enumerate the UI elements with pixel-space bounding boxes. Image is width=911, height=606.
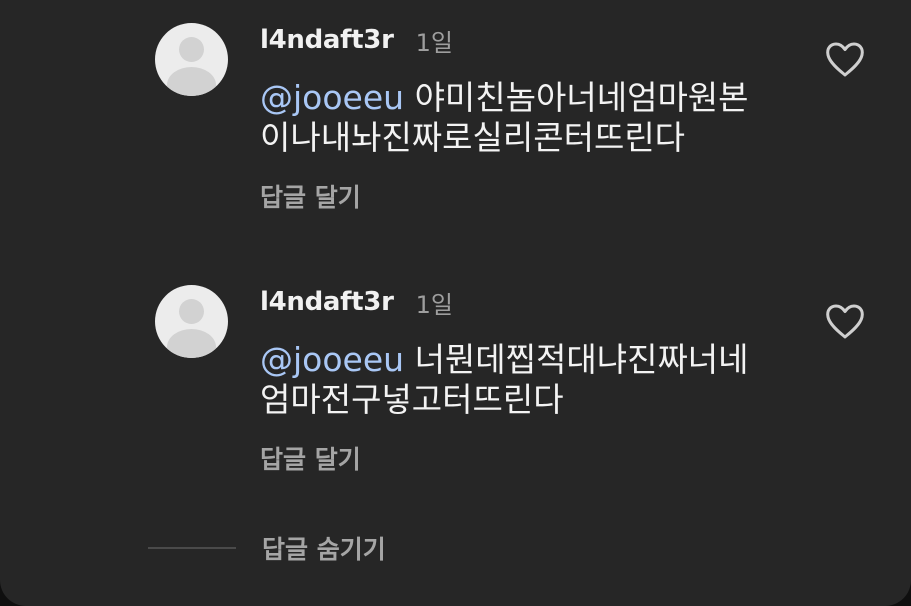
avatar[interactable]: [155, 23, 228, 96]
comment-text: @jooeeu 너뭔데찝적대냐진짜너네 엄마전구넣고터뜨린다: [260, 340, 800, 420]
timestamp: 1일: [415, 28, 453, 57]
reply-button[interactable]: 답글 달기: [260, 440, 361, 476]
hide-replies-label: 답글 숨기기: [262, 535, 386, 564]
heart-outline-icon: [826, 42, 864, 77]
like-button[interactable]: [824, 302, 866, 342]
avatar-silhouette: [167, 67, 216, 96]
hide-replies-button[interactable]: 답글 숨기기: [148, 530, 386, 566]
comment-meta: l4ndaft3r 1일: [260, 22, 453, 58]
mention-link[interactable]: @jooeeu: [260, 340, 404, 379]
comment-text-line: @jooeeu 너뭔데찝적대냐진짜너네: [260, 340, 800, 380]
default-avatar-icon: [179, 299, 204, 324]
avatar-silhouette: [167, 329, 216, 358]
avatar[interactable]: [155, 285, 228, 358]
mention-link[interactable]: @jooeeu: [260, 78, 404, 117]
comment-text-line: @jooeeu 야미친놈아너네엄마원본: [260, 78, 800, 118]
timestamp: 1일: [415, 290, 453, 319]
comment-text-line: 엄마전구넣고터뜨린다: [260, 380, 564, 419]
comment-text-line: 이나내놔진짜로실리콘터뜨린다: [260, 118, 686, 157]
comment-text-body: 너뭔데찝적대냐진짜너네: [404, 340, 749, 379]
comment-text: @jooeeu 야미친놈아너네엄마원본 이나내놔진짜로실리콘터뜨린다: [260, 78, 800, 158]
username[interactable]: l4ndaft3r: [260, 25, 394, 55]
comment-meta: l4ndaft3r 1일: [260, 284, 453, 320]
username[interactable]: l4ndaft3r: [260, 287, 394, 317]
divider: [148, 547, 236, 549]
comment-thread-panel: l4ndaft3r 1일 @jooeeu 야미친놈아너네엄마원본 이나내놔진짜로…: [0, 0, 911, 606]
comment-text-body: 야미친놈아너네엄마원본: [404, 78, 749, 117]
like-button[interactable]: [824, 40, 866, 80]
default-avatar-icon: [179, 37, 204, 62]
heart-outline-icon: [826, 304, 864, 339]
reply-button[interactable]: 답글 달기: [260, 178, 361, 214]
